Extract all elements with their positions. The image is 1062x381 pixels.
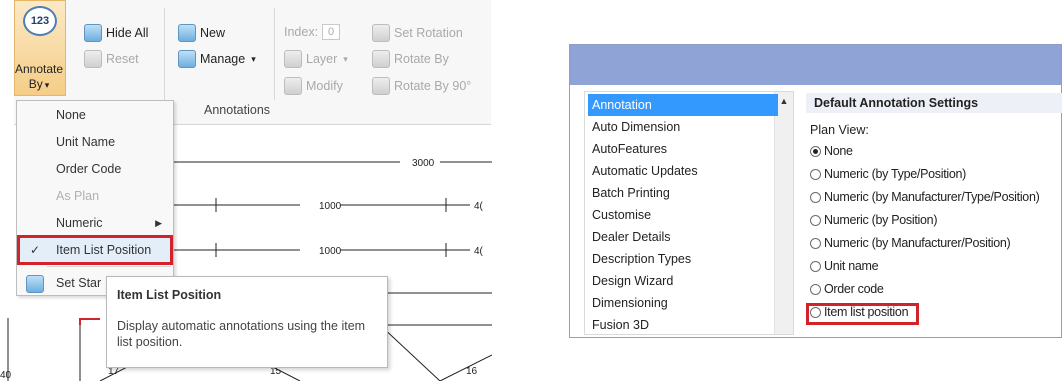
reset-button[interactable]: Reset (84, 50, 139, 68)
menu-item-unit-name[interactable]: Unit Name (18, 129, 172, 155)
tooltip: Item List Position Display automatic ann… (106, 276, 388, 368)
rotate-by-button[interactable]: Rotate By (372, 50, 449, 68)
manage-label: Manage (200, 52, 246, 66)
dialog-title-bar (570, 45, 1061, 85)
highlight-box (17, 235, 173, 265)
radio-icon (810, 168, 821, 180)
rotate-by-90-icon (372, 77, 390, 95)
settings-panel: Default Annotation Settings Plan View: N… (806, 91, 1062, 335)
category-batch-printing[interactable]: Batch Printing (588, 182, 782, 204)
hide-all-icon (84, 24, 102, 42)
reset-label: Reset (106, 52, 139, 66)
radio-selected-icon (810, 145, 821, 157)
highlight-box (806, 303, 919, 325)
rotate-by-icon (372, 50, 390, 68)
annotate-by-button[interactable]: 123 Annotate By ▾ (14, 0, 66, 96)
category-description-types[interactable]: Description Types (588, 248, 782, 270)
set-rotation-icon (372, 24, 390, 42)
dimension-1000: 1000 (319, 246, 342, 257)
new-button[interactable]: New (178, 24, 225, 42)
settings-dialog: ▲ Annotation Auto Dimension AutoFeatures… (569, 44, 1062, 338)
scroll-up-icon[interactable]: ▲ (777, 94, 791, 108)
modify-button[interactable]: Modify (284, 77, 343, 95)
dropdown-caret-icon: ▾ (44, 80, 50, 90)
modify-label: Modify (306, 79, 343, 93)
item-number-16: 16 (466, 366, 478, 377)
modify-icon (284, 77, 302, 95)
radio-numeric-manufacturer-position[interactable]: Numeric (by Manufacturer/Position) (810, 234, 1011, 252)
settings-header: Default Annotation Settings (806, 93, 1062, 113)
dimension-1000: 1000 (319, 201, 342, 212)
hide-all-label: Hide All (106, 26, 149, 40)
annotate-by-label: Annotate By (14, 62, 64, 91)
group-separator (274, 8, 275, 100)
radio-icon (810, 260, 821, 272)
radio-icon (810, 237, 821, 249)
radio-none[interactable]: None (810, 142, 853, 160)
index-input[interactable]: 0 (322, 24, 341, 40)
category-design-wizard[interactable]: Design Wizard (588, 270, 782, 292)
radio-unit-name[interactable]: Unit name (810, 257, 879, 275)
menu-item-none[interactable]: None (18, 102, 172, 128)
menu-item-order-code[interactable]: Order Code (18, 156, 172, 182)
group-separator (164, 8, 165, 100)
set-star-icon (26, 275, 44, 293)
tooltip-title: Item List Position (117, 288, 222, 302)
category-dimensioning[interactable]: Dimensioning (588, 292, 782, 314)
dimension-3000: 3000 (412, 158, 435, 169)
layer-icon (284, 50, 302, 68)
category-list[interactable]: ▲ Annotation Auto Dimension AutoFeatures… (584, 91, 794, 335)
hide-all-button[interactable]: Hide All (84, 24, 148, 42)
radio-icon (810, 283, 821, 295)
radio-icon (810, 191, 821, 203)
radio-numeric-type-position[interactable]: Numeric (by Type/Position) (810, 165, 966, 183)
plan-view-label: Plan View: (810, 123, 869, 137)
annotation-123-icon: 123 (23, 6, 57, 36)
dimension-truncated: 4( (474, 201, 484, 212)
category-customise[interactable]: Customise (588, 204, 782, 226)
submenu-arrow-icon: ▶ (155, 218, 162, 228)
new-label: New (200, 26, 226, 40)
dropdown-caret-icon: ▾ (251, 53, 256, 64)
annotations-group-label: Annotations (204, 103, 271, 117)
index-label: Index: (284, 25, 319, 39)
menu-item-numeric[interactable]: Numeric ▶ (18, 210, 172, 236)
menu-separator (47, 266, 171, 267)
rotate-by-label: Rotate By (394, 52, 449, 66)
manage-icon (178, 50, 196, 68)
manage-button[interactable]: Manage ▾ (178, 50, 256, 68)
menu-item-as-plan[interactable]: As Plan (18, 183, 172, 209)
dropdown-caret-icon: ▾ (343, 53, 348, 64)
category-auto-dimension[interactable]: Auto Dimension (588, 116, 782, 138)
category-autofeatures[interactable]: AutoFeatures (588, 138, 782, 160)
rotate-by-90-label: Rotate By 90° (394, 79, 472, 93)
layer-label: Layer (306, 52, 338, 66)
category-dealer-details[interactable]: Dealer Details (588, 226, 782, 248)
new-annotation-icon (178, 24, 196, 42)
dimension-truncated: 4( (474, 246, 484, 257)
index-field[interactable]: Index: 0 (284, 24, 341, 40)
set-rotation-button[interactable]: Set Rotation (372, 24, 463, 42)
rotate-by-90-button[interactable]: Rotate By 90° (372, 77, 471, 95)
radio-order-code[interactable]: Order code (810, 280, 884, 298)
tooltip-description: Display automatic annotations using the … (117, 319, 366, 349)
annotate-by-menu: None Unit Name Order Code As Plan Numeri… (16, 100, 174, 296)
reset-icon (84, 50, 102, 68)
radio-icon (810, 214, 821, 226)
set-rotation-label: Set Rotation (394, 26, 463, 40)
item-number-40: 40 (0, 370, 12, 381)
category-annotation[interactable]: Annotation (588, 94, 778, 116)
radio-numeric-manufacturer-type-position[interactable]: Numeric (by Manufacturer/Type/Position) (810, 188, 1040, 206)
category-automatic-updates[interactable]: Automatic Updates (588, 160, 782, 182)
radio-numeric-position[interactable]: Numeric (by Position) (810, 211, 937, 229)
category-fusion-3d[interactable]: Fusion 3D (588, 314, 782, 334)
layer-button[interactable]: Layer ▾ (284, 50, 348, 68)
